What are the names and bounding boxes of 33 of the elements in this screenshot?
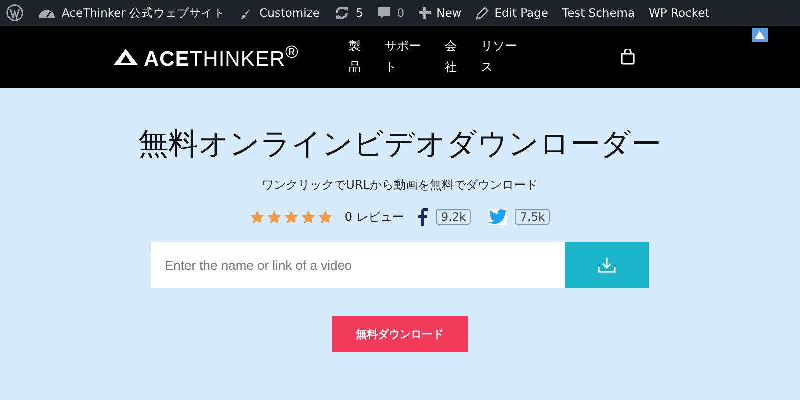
admin-bar-item[interactable]: 5 <box>334 6 364 20</box>
admin-bar-item[interactable]: New <box>418 6 462 20</box>
refresh-icon <box>334 6 350 20</box>
nav-link[interactable]: リソース <box>480 36 517 78</box>
admin-bar-item[interactable]: 0 <box>377 6 405 20</box>
admin-bar-item[interactable]: AceThinker 公式ウェブサイト <box>38 6 226 20</box>
admin-bar-item[interactable]: Edit Page <box>476 6 548 20</box>
admin-bar-item[interactable]: WP Rocket <box>649 6 710 20</box>
plus-icon <box>418 7 431 19</box>
wordpress-icon <box>6 4 24 22</box>
comment-icon <box>377 6 392 20</box>
share-count: 7.5k <box>515 209 550 225</box>
brush-icon <box>240 6 254 20</box>
nav-link[interactable]: 会社 <box>444 36 457 78</box>
logo-badge-icon[interactable] <box>752 28 768 42</box>
twitter-bird-icon[interactable] <box>489 209 508 225</box>
admin-bar-item[interactable]: Customize <box>240 6 320 20</box>
logo-icon <box>114 49 138 65</box>
download-icon <box>598 257 616 273</box>
nav-link[interactable]: 製品 <box>348 36 361 78</box>
free-download-button[interactable]: 無料ダウンロード <box>332 316 468 352</box>
shopping-bag-icon[interactable] <box>620 49 635 65</box>
admin-bar-item[interactable] <box>6 4 24 22</box>
page-title: 無料オンラインビデオダウンローダー <box>138 126 662 164</box>
nav-link[interactable]: サポート <box>384 36 421 78</box>
facebook-icon[interactable] <box>418 208 428 226</box>
search-field[interactable]: Enter the name or link of a video <box>151 242 565 288</box>
review-count: 0 レビュー <box>344 208 404 226</box>
logo-text: ACETHINKER$^{®}$ <box>144 42 299 72</box>
admin-bar-item[interactable]: Test Schema <box>562 6 636 20</box>
pencil-icon <box>476 6 489 20</box>
subtitle: ワンクリックでURLから動画を無料でダウンロード <box>262 177 538 194</box>
share-count: 9.2k <box>436 209 472 225</box>
